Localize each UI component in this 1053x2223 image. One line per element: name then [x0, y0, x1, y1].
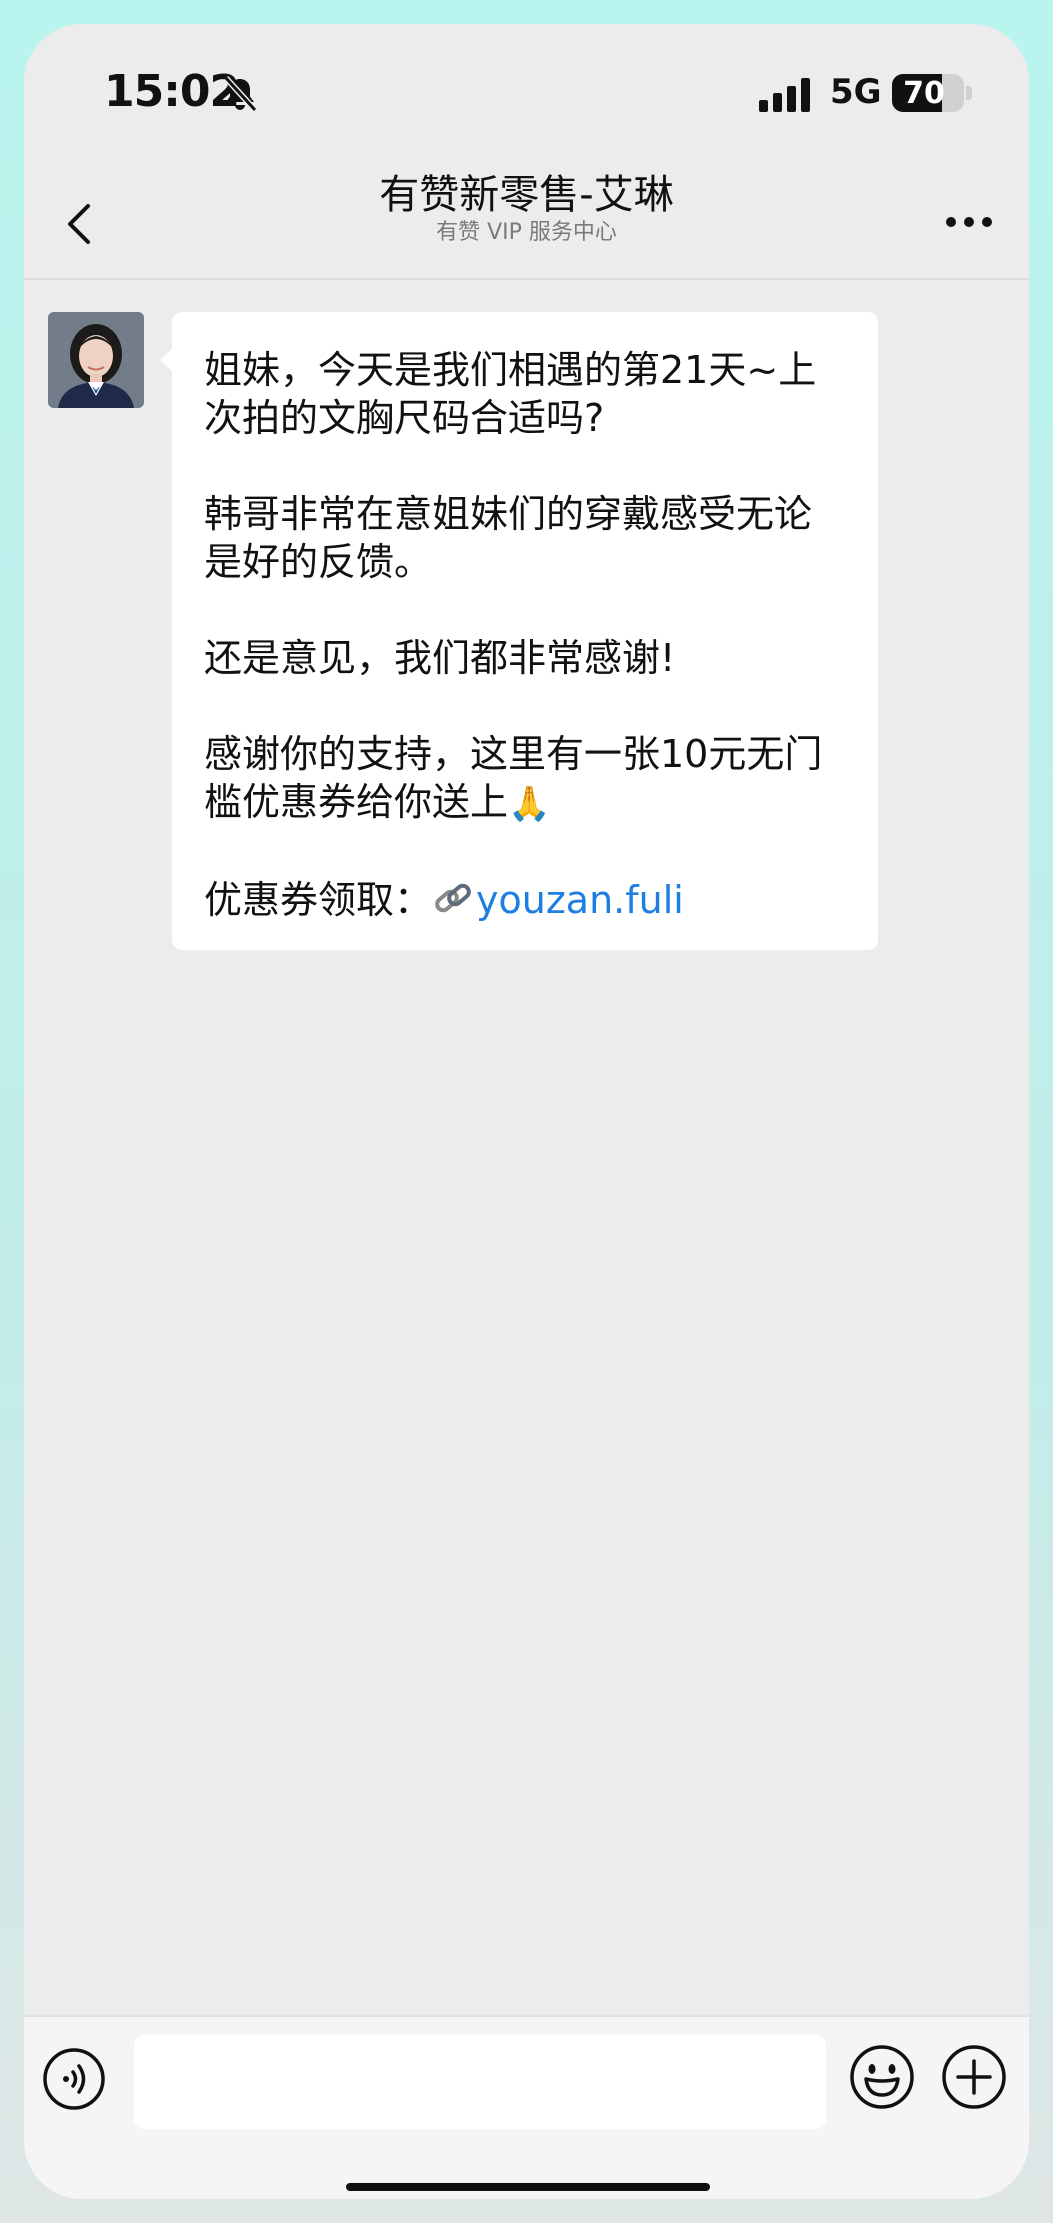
message-paragraph: 韩哥非常在意姐妹们的穿戴感受无论是好的反馈。 — [204, 492, 813, 584]
battery-nub — [966, 86, 972, 100]
ellipsis-icon — [946, 217, 992, 227]
emoji-icon[interactable] — [848, 2043, 916, 2111]
chat-area[interactable]: 姐妹，今天是我们相遇的第21天~上次拍的文胸尺码合适吗? 韩哥非常在意姐妹们的穿… — [24, 280, 1029, 2015]
bell-mute-icon — [223, 75, 258, 113]
chat-subtitle: 有赞 VIP 服务中心 — [436, 220, 617, 245]
message-paragraph: 还是意见，我们都非常感谢! — [204, 636, 676, 680]
status-bar: 15:02 5G 70 — [24, 24, 1029, 142]
avatar[interactable] — [48, 312, 144, 408]
phone-screen: 15:02 5G 70 有赞新零售-艾琳 有赞 VIP 服务中心 姐妹，今天是我… — [24, 24, 1029, 2199]
message-paragraph: 姐妹，今天是我们相遇的第21天~上次拍的文胸尺码合适吗? — [204, 348, 817, 440]
plus-icon[interactable] — [940, 2043, 1008, 2111]
more-button[interactable] — [939, 202, 999, 242]
coupon-link[interactable]: youzan.fuli — [476, 878, 684, 922]
coupon-label: 优惠券领取： — [204, 878, 433, 922]
coupon-row: 优惠券领取： youzan.fuli — [204, 876, 846, 924]
message-paragraph-coupon: 感谢你的支持，这里有一张10元无门槛优惠券给你送上🙏 — [204, 730, 846, 828]
network-type: 5G — [830, 72, 882, 112]
home-indicator[interactable] — [346, 2183, 710, 2191]
avatar-image — [48, 312, 144, 408]
chat-title: 有赞新零售-艾琳 — [379, 172, 674, 218]
input-bar — [24, 2015, 1029, 2199]
voice-icon[interactable] — [42, 2047, 106, 2111]
pray-emoji: 🙏 — [508, 784, 551, 824]
status-time: 15:02 — [104, 66, 240, 117]
chat-header: 有赞新零售-艾琳 有赞 VIP 服务中心 — [24, 142, 1029, 280]
message-input[interactable] — [134, 2035, 826, 2129]
battery-icon: 70 — [892, 74, 964, 112]
message-bubble[interactable]: 姐妹，今天是我们相遇的第21天~上次拍的文胸尺码合适吗? 韩哥非常在意姐妹们的穿… — [160, 312, 878, 950]
battery-level: 70 — [903, 75, 945, 111]
link-icon — [435, 883, 471, 913]
signal-icon — [759, 78, 810, 112]
